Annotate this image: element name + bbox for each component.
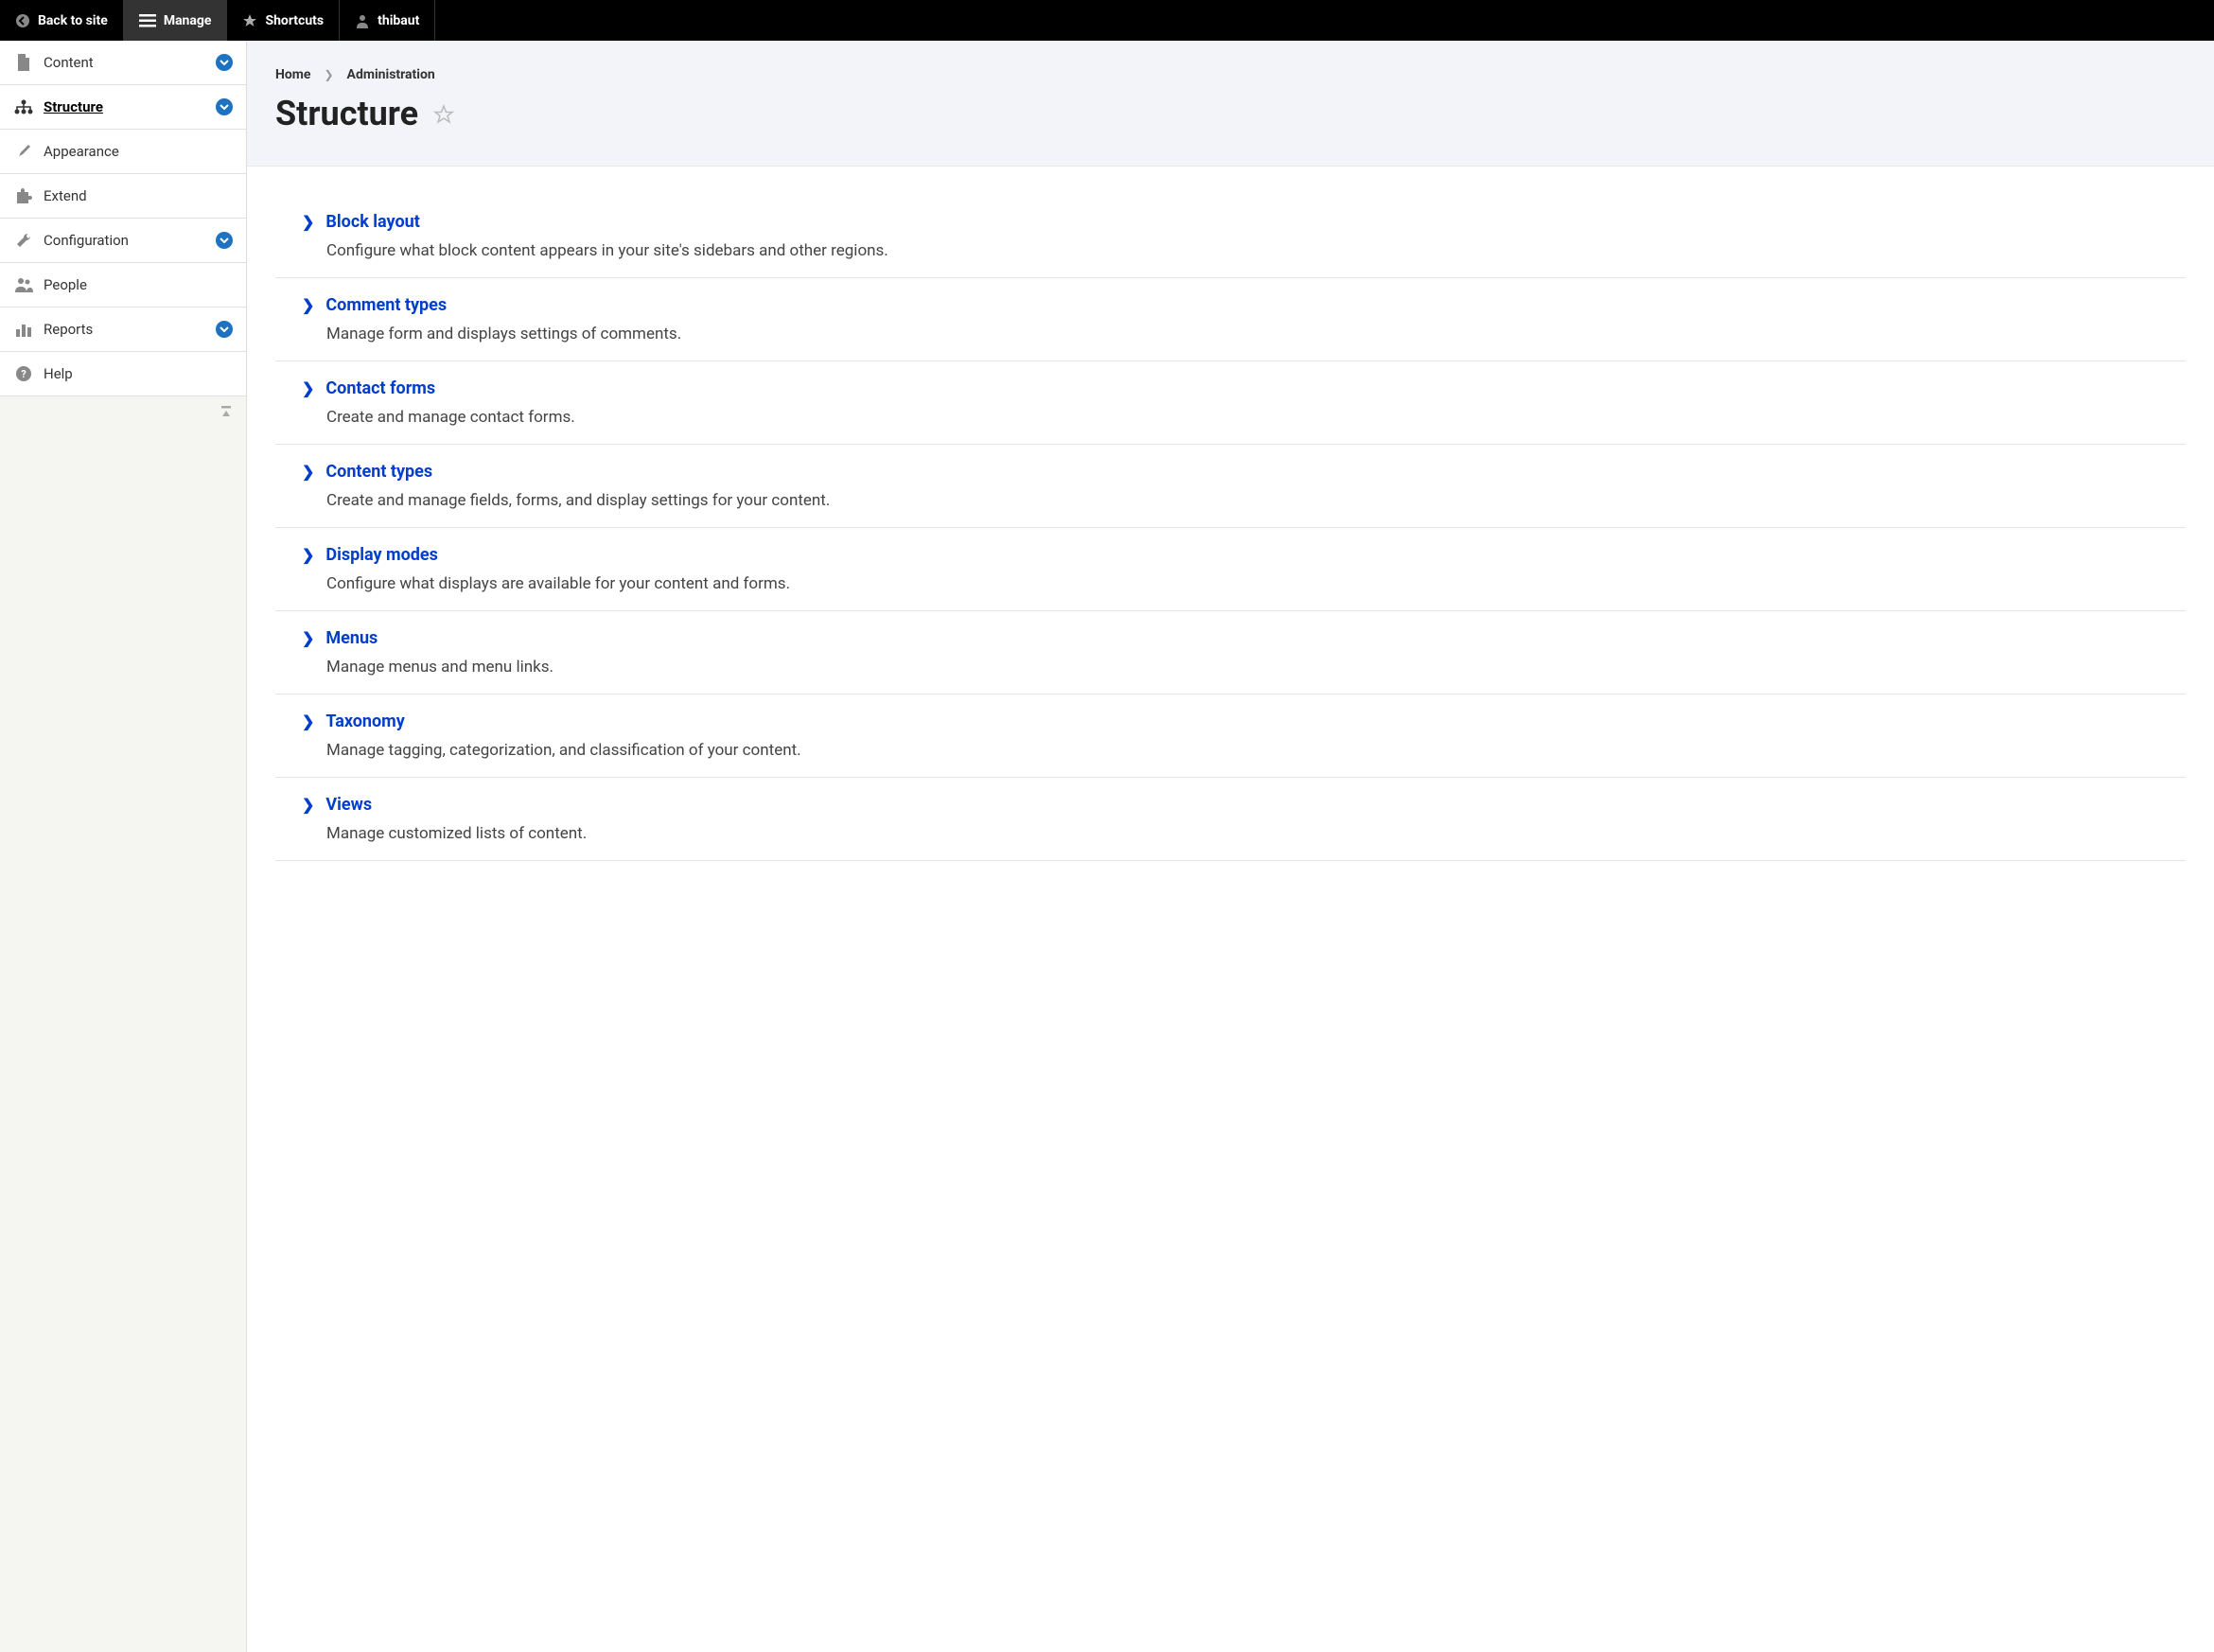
hierarchy-icon	[13, 97, 34, 117]
sidebar-item-label: Appearance	[44, 143, 119, 160]
menus-link[interactable]: Menus	[325, 628, 378, 648]
chevron-down-icon[interactable]	[216, 54, 233, 71]
comment-types-link[interactable]: Comment types	[325, 295, 447, 315]
block-layout-link[interactable]: Block layout	[325, 212, 419, 232]
content-types-link[interactable]: Content types	[325, 462, 432, 482]
sidebar-item-label: Structure	[44, 98, 103, 115]
document-icon	[13, 52, 34, 73]
bar-chart-icon	[13, 319, 34, 340]
manage-label: Manage	[164, 13, 212, 28]
people-icon	[13, 274, 34, 295]
list-item: ❯ Menus Manage menus and menu links.	[275, 611, 2186, 694]
list-item-description: Configure what block content appears in …	[326, 241, 2186, 260]
sidebar-item-help[interactable]: ? Help	[0, 352, 246, 396]
list-item: ❯ Comment types Manage form and displays…	[275, 278, 2186, 361]
sidebar-item-people[interactable]: People	[0, 263, 246, 308]
breadcrumb: Home ❯ Administration	[275, 67, 2186, 82]
page-title-text: Structure	[275, 94, 418, 133]
user-label: thibaut	[378, 13, 419, 28]
list-item: ❯ Views Manage customized lists of conte…	[275, 778, 2186, 861]
sidebar-item-appearance[interactable]: Appearance	[0, 130, 246, 174]
list-item-description: Create and manage fields, forms, and dis…	[326, 491, 2186, 510]
user-button[interactable]: thibaut	[340, 0, 435, 41]
main-content: Home ❯ Administration Structure ❯ Block …	[247, 41, 2214, 1652]
admin-sidebar: Content Structure Appearance	[0, 41, 247, 1652]
chevron-right-icon: ❯	[302, 213, 314, 231]
chevron-right-icon: ❯	[302, 546, 314, 564]
chevron-right-icon: ❯	[302, 463, 314, 481]
puzzle-icon	[13, 185, 34, 206]
shortcuts-label: Shortcuts	[265, 13, 324, 28]
sidebar-item-label: People	[44, 276, 87, 293]
list-item-description: Manage tagging, categorization, and clas…	[326, 741, 2186, 760]
sidebar-item-configuration[interactable]: Configuration	[0, 219, 246, 263]
wrench-icon	[13, 230, 34, 251]
list-item: ❯ Taxonomy Manage tagging, categorizatio…	[275, 694, 2186, 778]
back-to-site-label: Back to site	[38, 13, 108, 28]
list-item: ❯ Display modes Configure what displays …	[275, 528, 2186, 611]
chevron-down-icon[interactable]	[216, 98, 233, 115]
chevron-down-icon[interactable]	[216, 321, 233, 338]
list-item: ❯ Contact forms Create and manage contac…	[275, 361, 2186, 445]
favorite-star-icon[interactable]	[433, 94, 454, 133]
list-item-description: Manage form and displays settings of com…	[326, 325, 2186, 343]
list-item-description: Manage menus and menu links.	[326, 658, 2186, 677]
manage-button[interactable]: Manage	[124, 0, 228, 41]
chevron-right-icon: ❯	[302, 629, 314, 647]
sidebar-item-reports[interactable]: Reports	[0, 308, 246, 352]
display-modes-link[interactable]: Display modes	[325, 545, 438, 565]
views-link[interactable]: Views	[325, 795, 372, 815]
chevron-right-icon: ❯	[302, 296, 314, 314]
back-arrow-icon	[15, 13, 30, 28]
back-to-site-button[interactable]: Back to site	[0, 0, 124, 41]
hamburger-icon	[139, 14, 156, 27]
list-item-description: Create and manage contact forms.	[326, 408, 2186, 427]
sidebar-item-label: Extend	[44, 187, 87, 204]
contact-forms-link[interactable]: Contact forms	[325, 378, 435, 398]
help-icon: ?	[13, 363, 34, 384]
sidebar-item-label: Help	[44, 365, 73, 382]
breadcrumb-home[interactable]: Home	[275, 67, 310, 82]
page-title: Structure	[275, 94, 2186, 133]
sidebar-item-structure[interactable]: Structure	[0, 85, 246, 130]
star-icon	[242, 13, 257, 28]
list-item: ❯ Content types Create and manage fields…	[275, 445, 2186, 528]
breadcrumb-admin[interactable]: Administration	[347, 67, 435, 82]
sidebar-item-content[interactable]: Content	[0, 41, 246, 85]
sidebar-item-extend[interactable]: Extend	[0, 174, 246, 219]
shortcuts-button[interactable]: Shortcuts	[227, 0, 340, 41]
list-item-description: Configure what displays are available fo…	[326, 574, 2186, 593]
chevron-right-icon: ❯	[302, 379, 314, 397]
chevron-right-icon: ❯	[324, 68, 333, 81]
chevron-right-icon: ❯	[302, 712, 314, 730]
sidebar-item-label: Configuration	[44, 232, 129, 249]
sidebar-item-label: Content	[44, 54, 94, 71]
collapse-up-icon	[220, 406, 233, 421]
svg-text:?: ?	[21, 368, 26, 380]
taxonomy-link[interactable]: Taxonomy	[325, 712, 404, 731]
admin-list: ❯ Block layout Configure what block cont…	[247, 167, 2214, 889]
user-icon	[355, 13, 370, 28]
sidebar-collapse-button[interactable]	[0, 396, 246, 431]
page-header: Home ❯ Administration Structure	[247, 41, 2214, 167]
list-item: ❯ Block layout Configure what block cont…	[275, 195, 2186, 278]
admin-toolbar: Back to site Manage Shortcuts thibaut	[0, 0, 2214, 41]
sidebar-item-label: Reports	[44, 321, 93, 338]
paintbrush-icon	[13, 141, 34, 162]
chevron-down-icon[interactable]	[216, 232, 233, 249]
chevron-right-icon: ❯	[302, 796, 314, 814]
list-item-description: Manage customized lists of content.	[326, 824, 2186, 843]
